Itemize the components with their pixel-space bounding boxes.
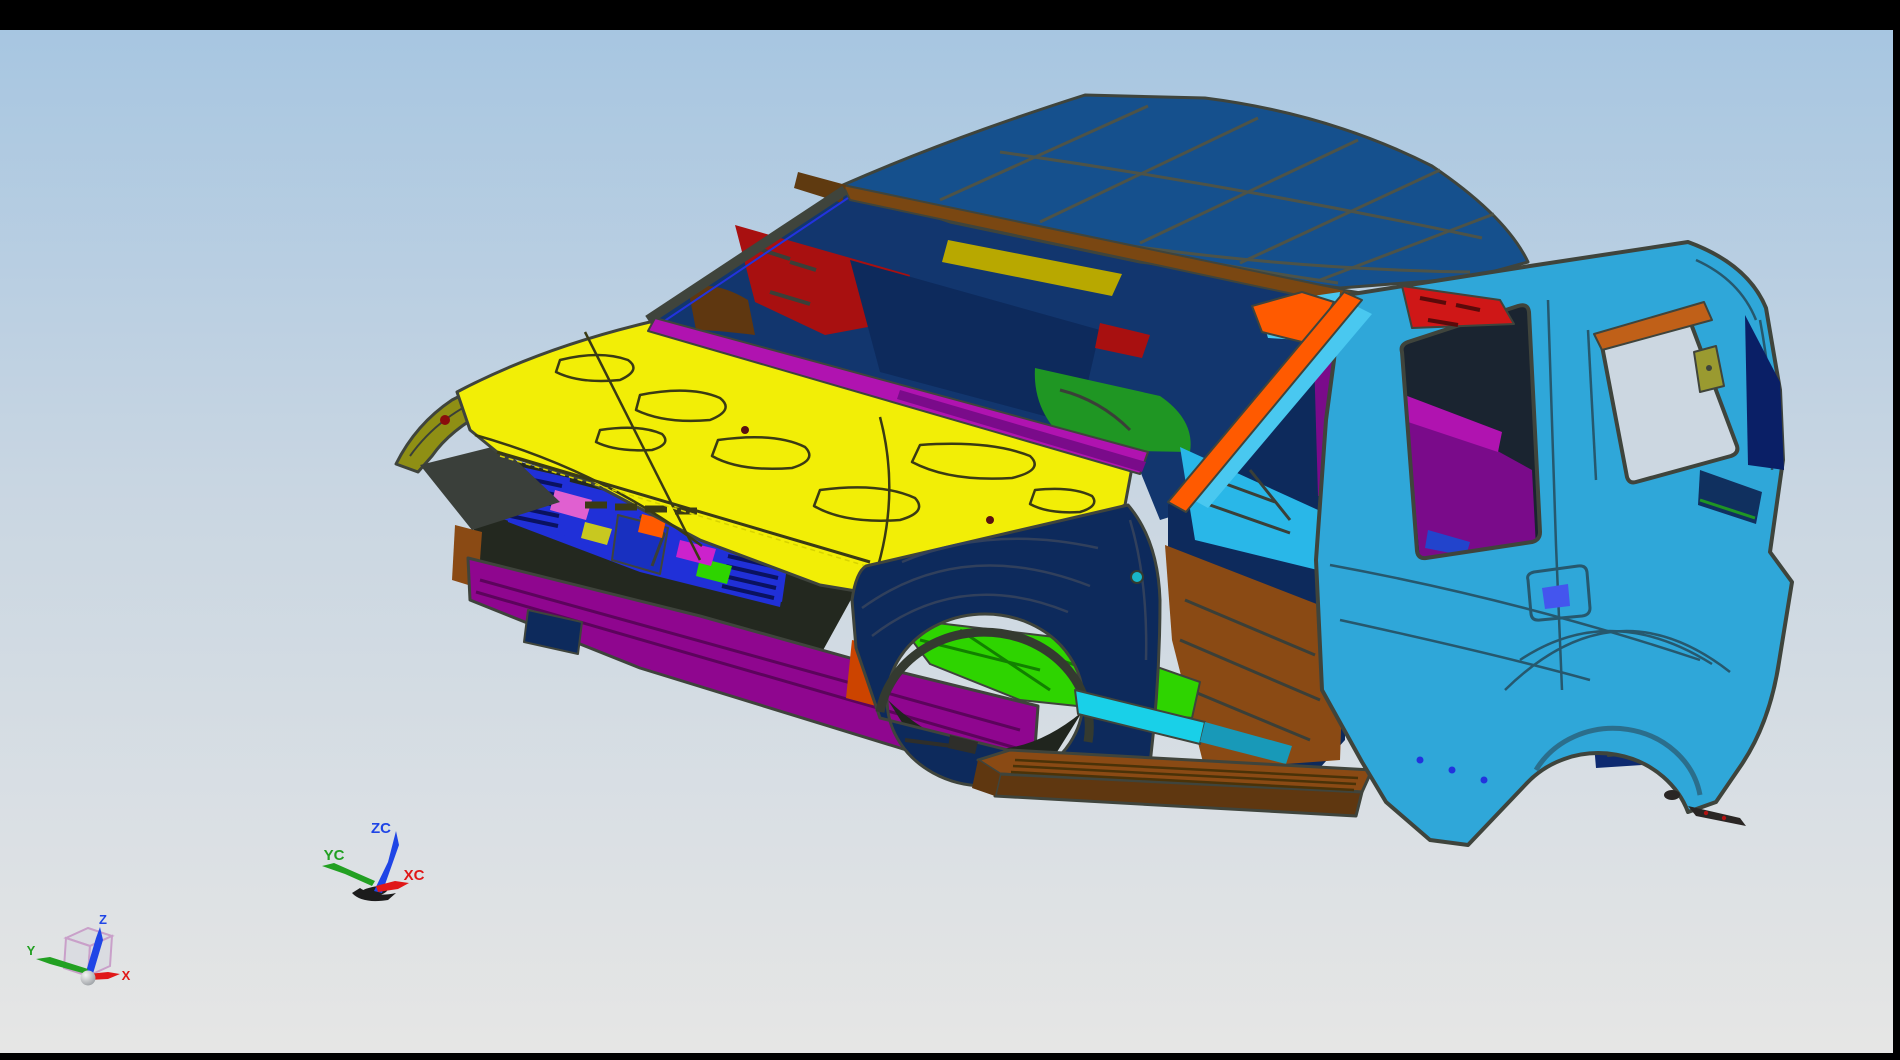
tab-hole [1706, 365, 1712, 371]
hood-bolt [986, 516, 994, 524]
cad-viewport-3d[interactable]: ZC YC XC Z Y X [0, 0, 1900, 1060]
frame-bar-bottom [0, 1053, 1900, 1060]
wcs-z-label: ZC [371, 820, 391, 837]
fender-hole [1131, 571, 1143, 583]
abs-y-label: Y [27, 943, 36, 958]
horn-red-dot [440, 415, 450, 425]
handle-latch-blue [1542, 584, 1570, 609]
debris-red-dot [1704, 811, 1708, 815]
wcs-y-label: YC [324, 847, 345, 864]
frame-bar-top [0, 0, 1900, 30]
wcs-x-label: XC [404, 867, 425, 884]
debris-red-dot [1722, 816, 1726, 820]
frame-bar-right [1893, 0, 1900, 1060]
abs-x-label: X [122, 968, 131, 983]
hood-bolt [741, 426, 749, 434]
abs-z-label: Z [99, 912, 107, 927]
cad-application-window: { "scene": { "type": "3d-cad-viewport", … [0, 0, 1900, 1060]
body-side-panel[interactable] [1316, 242, 1792, 845]
csys-origin-sphere[interactable] [81, 971, 96, 986]
